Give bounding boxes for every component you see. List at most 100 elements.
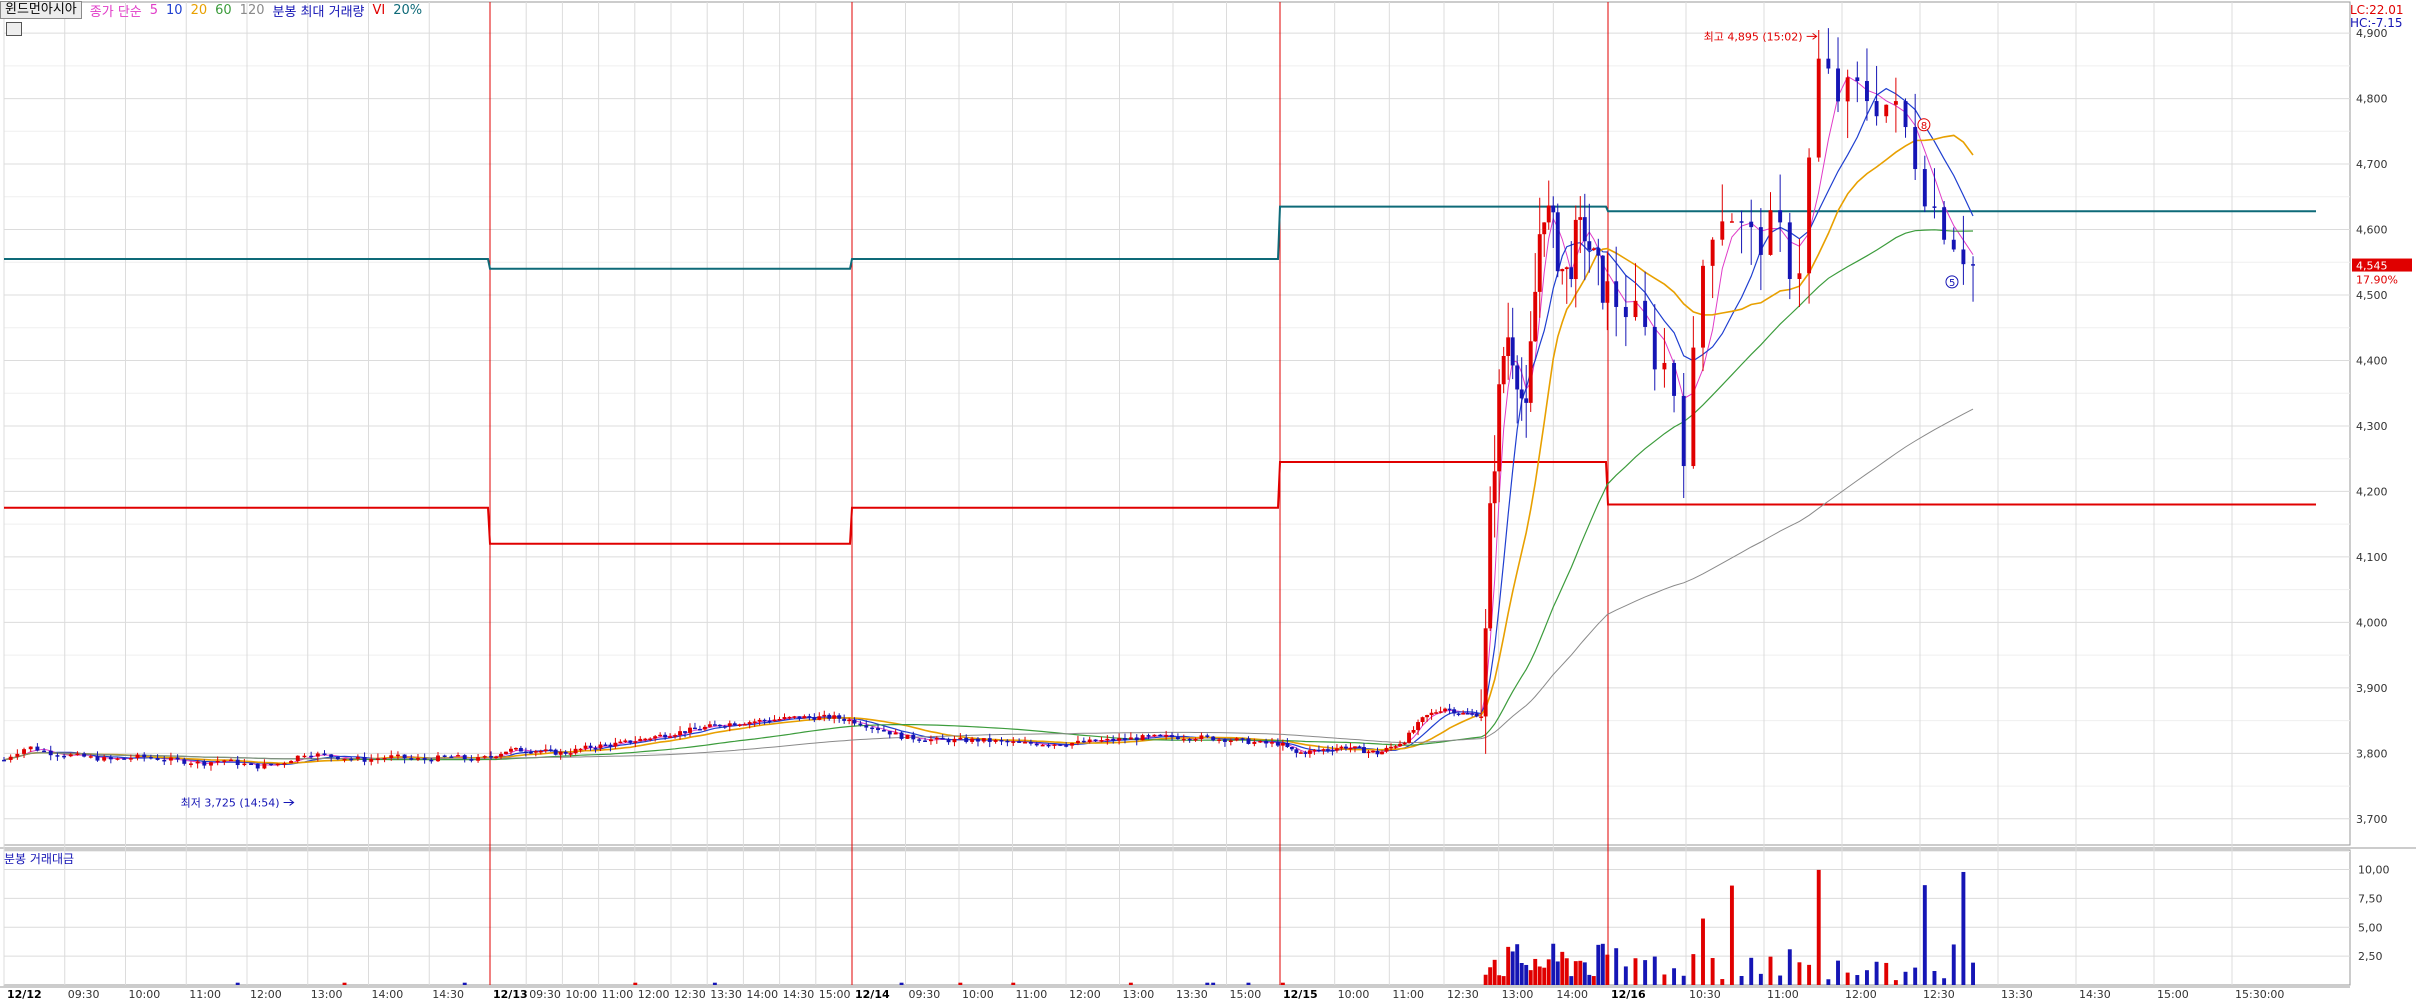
candle-body [1081, 740, 1086, 743]
ma60-label[interactable]: 60 [215, 3, 232, 18]
candle-body [75, 753, 80, 756]
candle-body [1922, 169, 1927, 207]
volume-bar [1768, 956, 1773, 985]
candle-body [598, 744, 603, 749]
candle-body [42, 750, 47, 753]
candle-body [952, 738, 957, 743]
candle-body [1187, 738, 1192, 741]
candle-body [513, 747, 518, 750]
candle-body [1111, 738, 1116, 741]
ma120-label[interactable]: 120 [240, 3, 265, 18]
candle-body [1222, 739, 1227, 742]
ma10-label[interactable]: 10 [166, 3, 183, 18]
ma20-label[interactable]: 20 [191, 3, 208, 18]
candle-body [923, 740, 928, 742]
candle-body [102, 757, 107, 761]
volume-bar [1551, 943, 1556, 985]
candle-body [1362, 747, 1366, 753]
candle-body [742, 724, 747, 726]
candle-body [976, 738, 980, 742]
candle-body [382, 757, 387, 760]
candle-body [1519, 389, 1524, 399]
candle-body [568, 753, 573, 755]
candle-body [1447, 708, 1452, 711]
candle-body [1492, 471, 1497, 504]
candle-body [1205, 735, 1210, 737]
volume-bar [1961, 871, 1966, 985]
candle-body [563, 751, 568, 754]
candle-body [981, 738, 986, 742]
candle-body [229, 759, 233, 762]
ma-label[interactable]: 종가 단순 [90, 1, 142, 20]
time-tick-label: 15:30:00 [2235, 988, 2284, 1001]
candle-body [523, 751, 528, 754]
candle-body [1270, 742, 1274, 744]
stock-chart: 3,700 3,800 3,900 4,000 4,100 4,200 4,300 4,400… [0, 1, 2416, 1001]
candle-body [355, 757, 360, 759]
candle-body [235, 759, 240, 766]
candle-body [702, 726, 707, 730]
candle-body [1729, 221, 1734, 223]
candle-body [429, 759, 434, 762]
candle-body [663, 734, 668, 738]
candle-body [964, 737, 969, 742]
ma5-label[interactable]: 5 [150, 3, 158, 18]
volume-bar [1506, 946, 1511, 985]
candle-body [737, 724, 742, 726]
volume-bar [342, 982, 347, 985]
candle-body [623, 740, 628, 742]
candle-body [1348, 747, 1353, 750]
time-tick-label: 11:00 [1392, 988, 1424, 1001]
candle-body [135, 754, 140, 759]
time-tick-label: 15:00 [819, 988, 851, 1001]
time-tick-label: 13:30 [2001, 988, 2033, 1001]
price-tick-label: 4,000 [2356, 616, 2388, 629]
time-tick-label: 10:00 [565, 988, 597, 1001]
vi-label[interactable]: VI [373, 3, 386, 18]
candle-body [1643, 300, 1648, 327]
candle-body [648, 738, 653, 741]
candle-body [95, 756, 100, 761]
candle-body [1380, 751, 1384, 755]
candle-body [1456, 713, 1461, 715]
time-tick-label: 14:30 [2079, 988, 2111, 1001]
candle-body [395, 754, 400, 757]
grid-toggle-icon[interactable] [6, 22, 22, 36]
candle-body [1093, 739, 1098, 742]
time-tick-label: 12:00 [1845, 988, 1877, 1001]
candle-body [899, 732, 904, 739]
volume-legend-label[interactable]: 분봉 최대 거래량 [273, 1, 365, 20]
candles [2, 28, 1975, 772]
candle-body [1294, 749, 1299, 753]
candle-body [852, 719, 857, 724]
volume-bar [1573, 961, 1578, 985]
stock-name[interactable]: 윈드먼아시아 [0, 1, 82, 19]
candle-body [315, 753, 320, 757]
candle-body [1325, 749, 1330, 751]
candle-body [1510, 337, 1515, 366]
time-tick-label: 12/13 [493, 988, 528, 1001]
vi-pct-label[interactable]: 20% [393, 3, 422, 18]
candle-body [1134, 737, 1139, 741]
candle-body [747, 722, 752, 725]
candle-body [1407, 732, 1412, 743]
volume-bar [1903, 971, 1908, 985]
candle-body [295, 755, 300, 761]
candle-body [1321, 749, 1326, 751]
volume-bar [1874, 961, 1879, 985]
price-tick-label: 3,800 [2356, 747, 2388, 760]
candle-body [538, 750, 543, 753]
candle-body [2, 759, 6, 762]
candle-body [1334, 748, 1339, 751]
candle-body [1488, 503, 1493, 629]
candle-body [1123, 738, 1127, 740]
time-tick-label: 12/15 [1283, 988, 1318, 1001]
candle-body [782, 717, 787, 719]
candle-body [1884, 104, 1889, 117]
candle-body [1199, 735, 1204, 740]
candle-body [1164, 735, 1169, 737]
candle-body [1193, 739, 1198, 741]
volume-bar [1749, 957, 1754, 985]
volume-bar [1729, 885, 1734, 985]
candle-body [618, 741, 623, 744]
